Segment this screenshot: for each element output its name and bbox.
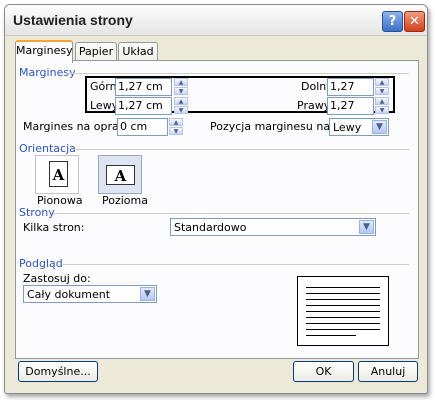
preview-line bbox=[306, 287, 380, 288]
dialog-title: Ustawienia strony bbox=[13, 12, 133, 28]
landscape-option[interactable]: A bbox=[98, 155, 142, 194]
portrait-option[interactable]: A bbox=[35, 155, 79, 194]
preview-line bbox=[306, 323, 380, 324]
spin-down-icon[interactable]: ▼ bbox=[169, 127, 183, 135]
preview-line bbox=[306, 311, 380, 312]
cancel-button[interactable]: Anuluj bbox=[358, 361, 418, 382]
preview-line bbox=[306, 299, 380, 300]
divider bbox=[67, 73, 409, 74]
divider bbox=[63, 264, 409, 265]
spin-down-icon[interactable]: ▼ bbox=[375, 87, 389, 95]
spin-up-icon[interactable]: ▲ bbox=[174, 78, 188, 86]
page-setup-dialog: Ustawienia strony ? ✕ Marginesy Papier U… bbox=[4, 4, 428, 394]
right-margin-spinner[interactable]: 1,27 cm ▲▼ bbox=[327, 97, 389, 128]
close-button[interactable]: ✕ bbox=[404, 11, 425, 32]
spin-up-icon[interactable]: ▲ bbox=[375, 78, 389, 86]
page-preview bbox=[297, 276, 389, 346]
divider bbox=[53, 213, 409, 214]
left-margin-field[interactable]: 1,27 cm bbox=[115, 97, 172, 115]
gutter-position-select[interactable]: Lewy ▼ bbox=[329, 118, 389, 136]
help-button[interactable]: ? bbox=[382, 11, 403, 32]
portrait-page-icon: A bbox=[49, 161, 68, 187]
top-margin-spinner[interactable]: 1,27 cm ▲ ▼ bbox=[115, 78, 188, 96]
left-margin-spinner[interactable]: 1,27 cm ▲ ▼ bbox=[115, 97, 188, 115]
bottom-margin-field[interactable]: 1,27 cm bbox=[327, 78, 374, 109]
tab-marginesy[interactable]: Marginesy bbox=[15, 40, 73, 63]
apply-to-label: Zastosuj do: bbox=[23, 272, 91, 285]
chevron-down-icon[interactable]: ▼ bbox=[140, 287, 155, 301]
chevron-down-icon[interactable]: ▼ bbox=[359, 220, 374, 234]
close-icon: ✕ bbox=[409, 14, 420, 29]
ok-button[interactable]: OK bbox=[293, 361, 354, 382]
spin-down-icon[interactable]: ▼ bbox=[375, 106, 389, 114]
gutter-position-value: Lewy bbox=[333, 121, 362, 134]
default-button[interactable]: Domyślne... bbox=[18, 361, 98, 382]
apply-to-value: Cały dokument bbox=[27, 288, 111, 301]
preview-line bbox=[306, 293, 380, 294]
landscape-page-icon: A bbox=[106, 165, 135, 185]
tab-papier[interactable]: Papier bbox=[75, 42, 117, 60]
section-orientation: Orientacja bbox=[19, 142, 76, 155]
spin-up-icon[interactable]: ▲ bbox=[174, 97, 188, 105]
title-bar: Ustawienia strony ? ✕ bbox=[5, 5, 427, 36]
gutter-field[interactable]: 0 cm bbox=[117, 118, 168, 136]
spin-up-icon[interactable]: ▲ bbox=[169, 118, 183, 126]
spin-up-icon[interactable]: ▲ bbox=[375, 97, 389, 105]
right-margin-field[interactable]: 1,27 cm bbox=[327, 97, 374, 128]
multiple-pages-label: Kilka stron: bbox=[23, 221, 85, 234]
multiple-pages-value: Standardowo bbox=[174, 221, 247, 234]
apply-to-select[interactable]: Cały dokument ▼ bbox=[23, 285, 157, 303]
section-preview: Podgląd bbox=[19, 257, 63, 270]
preview-line bbox=[306, 305, 380, 306]
top-margin-field[interactable]: 1,27 cm bbox=[115, 78, 172, 96]
divider bbox=[73, 149, 409, 150]
landscape-label: Pozioma bbox=[102, 194, 148, 207]
section-pages: Strony bbox=[19, 206, 55, 219]
preview-line bbox=[306, 317, 380, 318]
gutter-spinner[interactable]: 0 cm ▲ ▼ bbox=[117, 118, 183, 136]
preview-line bbox=[306, 329, 380, 330]
chevron-down-icon[interactable]: ▼ bbox=[372, 120, 387, 134]
preview-line bbox=[306, 335, 356, 336]
tab-uklad[interactable]: Układ bbox=[118, 42, 158, 60]
multiple-pages-select[interactable]: Standardowo ▼ bbox=[170, 218, 376, 236]
spin-down-icon[interactable]: ▼ bbox=[174, 87, 188, 95]
spin-down-icon[interactable]: ▼ bbox=[174, 106, 188, 114]
bottom-margin-spinner[interactable]: 1,27 cm ▲▼ bbox=[327, 78, 389, 109]
help-icon: ? bbox=[388, 14, 397, 29]
